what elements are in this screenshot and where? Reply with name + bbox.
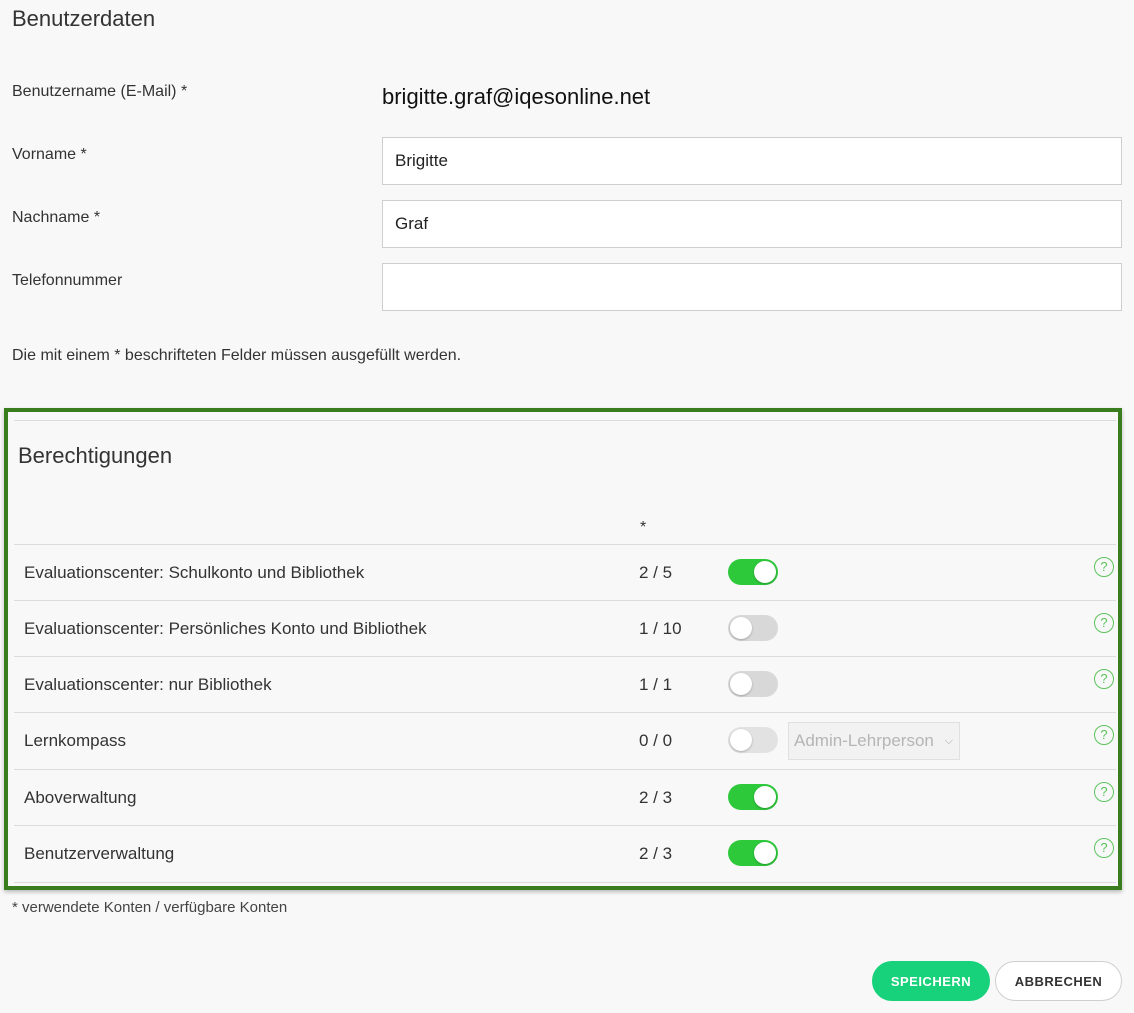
permissions-highlight-box: Berechtigungen * Evaluationscenter: Schu… — [4, 408, 1122, 890]
permission-name: Evaluationscenter: Schulkonto und Biblio… — [24, 563, 365, 582]
permission-count: 1 / 10 — [639, 619, 682, 638]
permission-toggle[interactable] — [728, 671, 778, 697]
firstname-label: Vorname * — [12, 146, 87, 163]
firstname-input[interactable] — [382, 137, 1122, 185]
save-button[interactable]: SPEICHERN — [872, 961, 990, 1001]
toggle-knob — [730, 617, 752, 639]
permission-toggle[interactable] — [728, 727, 778, 753]
help-circle-icon[interactable]: ? — [1094, 669, 1114, 689]
permission-toggle[interactable] — [728, 840, 778, 866]
permission-toggle[interactable] — [728, 559, 778, 585]
permissions-panel: Berechtigungen * Evaluationscenter: Schu… — [14, 420, 1116, 883]
toggle-knob — [754, 842, 776, 864]
permission-count: 2 / 3 — [639, 844, 673, 863]
help-circle-icon[interactable]: ? — [1094, 782, 1114, 802]
permission-count: 2 / 5 — [639, 563, 673, 582]
phone-label: Telefonnummer — [12, 272, 123, 289]
permission-name: Evaluationscenter: nur Bibliothek — [24, 675, 272, 694]
role-select[interactable]: Admin-Lehrperson ⌵ — [788, 722, 960, 760]
permission-row: Benutzerverwaltung 2 / 3 ? — [14, 826, 1116, 883]
permission-row: Evaluationscenter: Schulkonto und Biblio… — [14, 545, 1116, 601]
phone-input[interactable] — [382, 263, 1122, 311]
permission-count: 0 / 0 — [639, 731, 673, 750]
count-column-header: * — [640, 519, 647, 536]
toggle-knob — [754, 786, 776, 808]
required-fields-hint: Die mit einem * beschrifteten Felder müs… — [12, 347, 462, 364]
permissions-title: Berechtigungen — [18, 443, 173, 468]
username-value: brigitte.graf@iqesonline.net — [382, 84, 651, 109]
lastname-label: Nachname * — [12, 209, 101, 226]
permission-name: Evaluationscenter: Persönliches Konto un… — [24, 619, 427, 638]
toggle-knob — [730, 729, 752, 751]
help-circle-icon[interactable]: ? — [1094, 557, 1114, 577]
help-circle-icon[interactable]: ? — [1094, 725, 1114, 745]
accounts-footnote: * verwendete Konten / verfügbare Konten — [12, 899, 288, 916]
permission-count: 1 / 1 — [639, 675, 673, 694]
username-label: Benutzername (E-Mail) * — [12, 83, 188, 100]
permission-row: Lernkompass 0 / 0 Admin-Lehrperson ⌵ ? — [14, 713, 1116, 770]
chevron-down-icon: ⌵ — [944, 735, 953, 747]
toggle-knob — [754, 561, 776, 583]
permission-name: Benutzerverwaltung — [24, 844, 175, 863]
permission-toggle[interactable] — [728, 784, 778, 810]
help-circle-icon[interactable]: ? — [1094, 838, 1114, 858]
user-data-title: Benutzerdaten — [12, 6, 156, 31]
help-circle-icon[interactable]: ? — [1094, 613, 1114, 633]
permission-row: Evaluationscenter: Persönliches Konto un… — [14, 601, 1116, 657]
permission-row: Evaluationscenter: nur Bibliothek 1 / 1 … — [14, 657, 1116, 713]
permission-name: Aboverwaltung — [24, 788, 137, 807]
permission-row: Aboverwaltung 2 / 3 ? — [14, 770, 1116, 826]
permission-toggle[interactable] — [728, 615, 778, 641]
permissions-table: Evaluationscenter: Schulkonto und Biblio… — [14, 544, 1116, 883]
permission-count: 2 / 3 — [639, 788, 673, 807]
toggle-knob — [730, 673, 752, 695]
role-select-value: Admin-Lehrperson — [794, 731, 934, 750]
permission-name: Lernkompass — [24, 731, 127, 750]
lastname-input[interactable] — [382, 200, 1122, 248]
cancel-button[interactable]: ABBRECHEN — [995, 961, 1122, 1001]
